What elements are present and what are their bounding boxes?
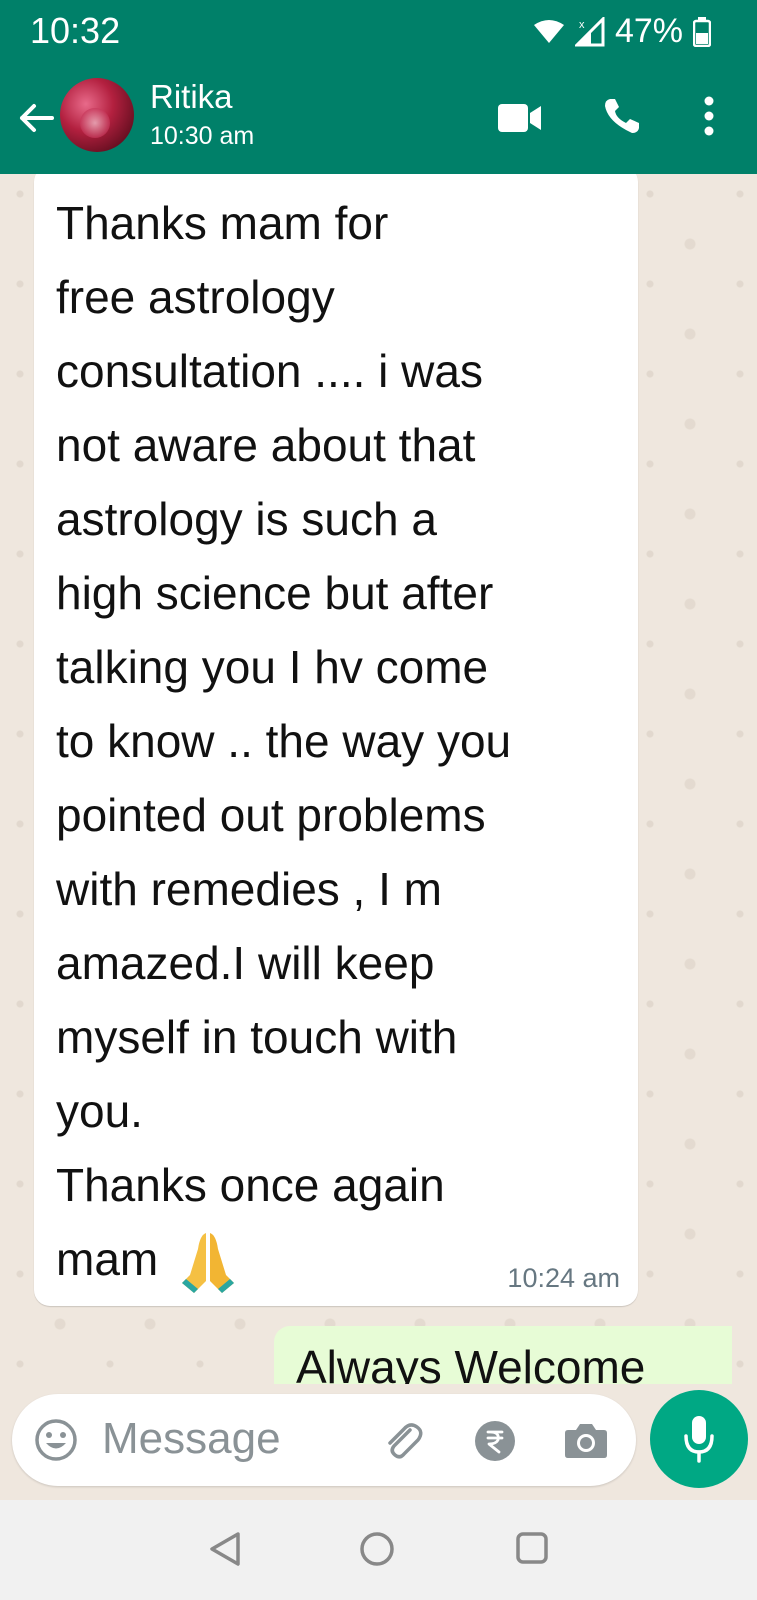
message-text: Thanks mam for free astrology consultati… (56, 186, 618, 1297)
battery-percent: 47% (614, 12, 683, 50)
mic-button[interactable] (650, 1390, 748, 1488)
nav-home-icon[interactable] (358, 1530, 396, 1568)
nav-back-icon[interactable] (208, 1530, 242, 1568)
camera-icon[interactable] (564, 1420, 608, 1460)
message-input[interactable]: Message (102, 1414, 281, 1464)
message-text: Always Welcome (296, 1341, 646, 1384)
chat-area[interactable]: Thanks mam for free astrology consultati… (0, 174, 757, 1384)
avatar[interactable] (60, 78, 134, 152)
wifi-icon (533, 19, 564, 43)
emoji-icon[interactable] (34, 1418, 78, 1462)
status-bar: 10:32 x 47% (0, 0, 757, 62)
nav-recents-icon[interactable] (514, 1530, 550, 1566)
phone-icon[interactable] (602, 96, 642, 136)
contact-name[interactable]: Ritika (150, 78, 233, 116)
signal-icon: x (574, 16, 605, 46)
status-time: 10:32 (30, 10, 121, 51)
last-seen: 10:30 am (150, 122, 255, 150)
message-composer[interactable]: Message (12, 1394, 636, 1486)
status-icons: x 47% (533, 12, 711, 51)
video-call-icon[interactable] (498, 102, 542, 134)
more-vert-icon[interactable] (702, 96, 716, 136)
mic-icon (684, 1416, 714, 1463)
chat-header: Ritika 10:30 am (0, 62, 757, 174)
system-nav-bar (0, 1500, 757, 1600)
incoming-message[interactable]: Thanks mam for free astrology consultati… (34, 174, 638, 1306)
folded-hands-icon (182, 1232, 235, 1293)
outgoing-message[interactable]: Always Welcome (274, 1326, 732, 1384)
attach-icon[interactable] (380, 1418, 426, 1464)
message-timestamp: 10:24 am (507, 1263, 620, 1293)
back-arrow-icon[interactable] (16, 98, 56, 138)
rupee-payment-icon[interactable] (474, 1420, 516, 1462)
svg-text:x: x (579, 19, 585, 31)
battery-icon (693, 16, 711, 47)
